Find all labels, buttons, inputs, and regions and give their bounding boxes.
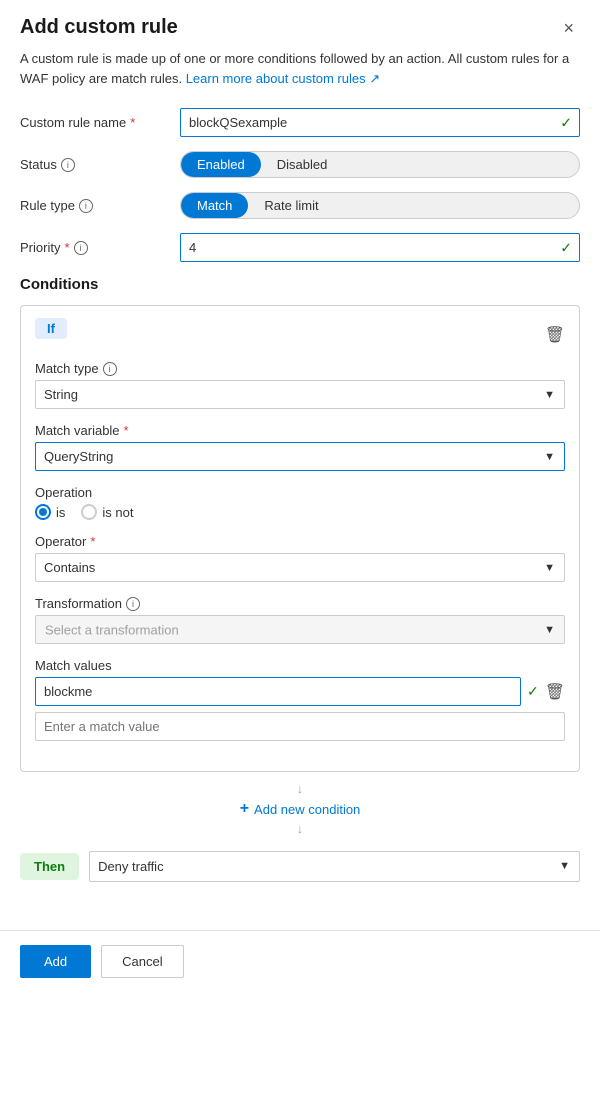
transformation-info-icon[interactable]: i <box>126 597 140 611</box>
priority-label: Priority * i <box>20 240 180 255</box>
condition-block: If 🗑 Match type i String IP address Geo … <box>20 305 580 772</box>
cancel-button[interactable]: Cancel <box>101 945 183 978</box>
match-value-placeholder-input[interactable] <box>35 712 565 741</box>
priority-row: Priority * i ✓ <box>20 233 580 262</box>
transformation-select-wrapper: Lowercase Uppercase Trim URL decode URL … <box>35 615 565 644</box>
operation-is-not-option[interactable]: is not <box>81 504 133 520</box>
operation-is-option[interactable]: is <box>35 504 65 520</box>
add-button[interactable]: Add <box>20 945 91 978</box>
priority-checkmark: ✓ <box>560 239 572 256</box>
then-select-wrapper: Deny traffic Allow traffic Log ▼ <box>89 851 580 882</box>
priority-info-icon[interactable]: i <box>74 241 88 255</box>
rule-type-toggle-group: Match Rate limit <box>180 192 580 219</box>
conditions-section-title: Conditions <box>20 276 580 293</box>
footer-divider <box>0 930 600 931</box>
rule-name-input[interactable] <box>180 108 580 137</box>
rule-name-field: ✓ <box>180 108 580 137</box>
operation-label: Operation <box>35 485 565 500</box>
then-badge: Then <box>20 853 79 880</box>
match-value-row-2 <box>35 712 565 741</box>
arrow-down-2-icon: ↓ <box>297 822 303 836</box>
status-control: Enabled Disabled <box>180 151 580 178</box>
match-variable-group: Match variable * QueryString RequestBody… <box>35 423 565 471</box>
dialog-body: A custom rule is made up of one or more … <box>0 49 600 922</box>
learn-more-link[interactable]: Learn more about custom rules ↗ <box>186 71 380 86</box>
rule-name-row: Custom rule name * ✓ <box>20 108 580 137</box>
match-type-select[interactable]: String IP address Geo location Integer <box>35 380 565 409</box>
match-type-group: Match type i String IP address Geo locat… <box>35 361 565 409</box>
match-values-label: Match values <box>35 658 565 673</box>
match-value-delete-icon[interactable]: 🗑 <box>545 682 565 702</box>
operation-is-not-radio[interactable] <box>81 504 97 520</box>
arrow-down-icon: ↓ <box>297 782 303 796</box>
operator-select-wrapper: Contains Equals StartsWith EndsWith ▼ <box>35 553 565 582</box>
if-badge: If <box>35 318 67 339</box>
match-value-row-1: ✓ 🗑 <box>35 677 565 706</box>
close-button[interactable]: × <box>557 17 580 39</box>
add-condition-row: ↓ + Add new condition ↓ <box>20 782 580 837</box>
then-action-select[interactable]: Deny traffic Allow traffic Log <box>89 851 580 882</box>
required-star-mv: * <box>124 423 129 438</box>
match-type-label: Match type i <box>35 361 565 376</box>
match-variable-select[interactable]: QueryString RequestBody RequestHeader Re… <box>35 442 565 471</box>
status-label: Status i <box>20 157 180 172</box>
required-star: * <box>130 115 135 130</box>
external-link-icon: ↗ <box>369 71 380 86</box>
add-custom-rule-dialog: Add custom rule × A custom rule is made … <box>0 0 600 1093</box>
status-toggle-group: Enabled Disabled <box>180 151 580 178</box>
match-value-checkmark: ✓ <box>527 683 539 700</box>
match-value-input-1[interactable] <box>35 677 521 706</box>
rule-type-rate-limit-button[interactable]: Rate limit <box>248 193 334 218</box>
delete-condition-icon[interactable]: 🗑 <box>545 325 565 345</box>
if-header: If 🗑 <box>35 318 565 351</box>
status-enabled-button[interactable]: Enabled <box>181 152 261 177</box>
valid-checkmark: ✓ <box>560 114 572 131</box>
add-icon: + <box>240 800 249 818</box>
operator-group: Operator * Contains Equals StartsWith En… <box>35 534 565 582</box>
transformation-group: Transformation i Lowercase Uppercase Tri… <box>35 596 565 644</box>
add-condition-button[interactable]: + Add new condition <box>232 796 369 822</box>
status-disabled-button[interactable]: Disabled <box>261 152 344 177</box>
footer-buttons: Add Cancel <box>0 945 600 998</box>
dialog-title: Add custom rule <box>20 16 178 39</box>
arrow-connector-2: ↓ <box>297 822 303 836</box>
transformation-label: Transformation i <box>35 596 565 611</box>
match-values-group: Match values ✓ 🗑 <box>35 658 565 741</box>
match-type-info-icon[interactable]: i <box>103 362 117 376</box>
operation-radio-group: is is not <box>35 504 565 520</box>
arrow-connector: ↓ <box>297 782 303 796</box>
operator-label: Operator * <box>35 534 565 549</box>
rule-type-control: Match Rate limit <box>180 192 580 219</box>
required-star-priority: * <box>64 240 69 255</box>
match-type-select-wrapper: String IP address Geo location Integer ▼ <box>35 380 565 409</box>
status-row: Status i Enabled Disabled <box>20 151 580 178</box>
match-variable-label: Match variable * <box>35 423 565 438</box>
rule-type-label: Rule type i <box>20 198 180 213</box>
required-star-op: * <box>90 534 95 549</box>
rule-type-match-button[interactable]: Match <box>181 193 248 218</box>
operation-group: Operation is is not <box>35 485 565 520</box>
rule-name-label: Custom rule name * <box>20 115 180 130</box>
operation-is-radio[interactable] <box>35 504 51 520</box>
rule-type-info-icon[interactable]: i <box>79 199 93 213</box>
operator-select[interactable]: Contains Equals StartsWith EndsWith <box>35 553 565 582</box>
description-text: A custom rule is made up of one or more … <box>20 49 580 92</box>
dialog-header: Add custom rule × <box>0 0 600 49</box>
then-row: Then Deny traffic Allow traffic Log ▼ <box>20 851 580 882</box>
priority-field: ✓ <box>180 233 580 262</box>
rule-type-row: Rule type i Match Rate limit <box>20 192 580 219</box>
priority-input[interactable] <box>180 233 580 262</box>
status-info-icon[interactable]: i <box>61 158 75 172</box>
match-variable-select-wrapper: QueryString RequestBody RequestHeader Re… <box>35 442 565 471</box>
transformation-select[interactable]: Lowercase Uppercase Trim URL decode URL … <box>35 615 565 644</box>
